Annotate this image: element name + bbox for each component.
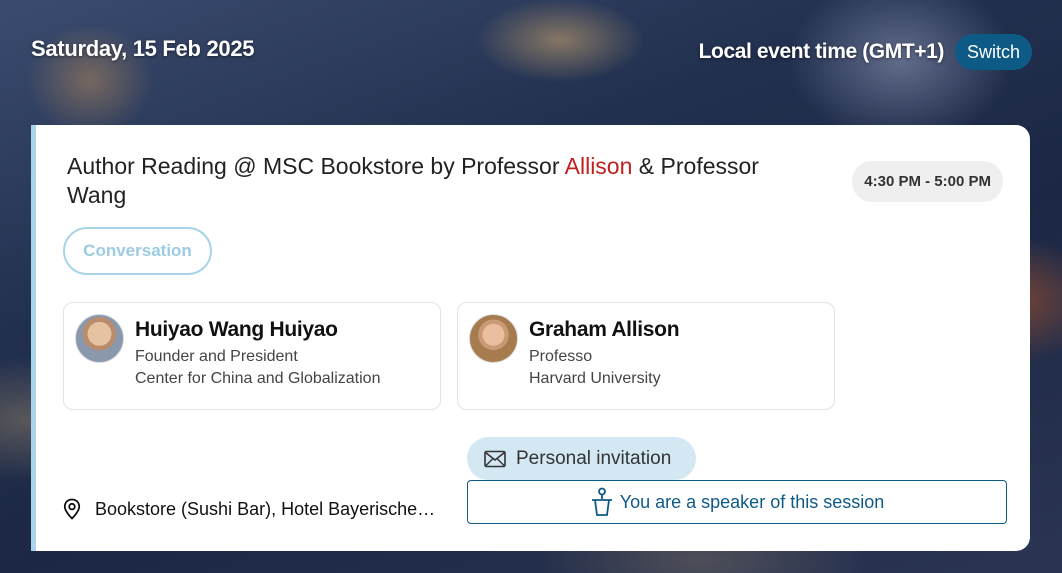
speaker-name: Huiyao Wang Huiyao [135, 318, 338, 341]
speaker-org: Harvard University [529, 370, 661, 387]
speaker-card[interactable]: Huiyao Wang Huiyao Founder and President… [63, 302, 441, 410]
avatar [469, 314, 518, 363]
speaker-podium-icon [590, 487, 614, 517]
session-title: Author Reading @ MSC Bookstore by Profes… [67, 153, 759, 208]
speaker-name: Graham Allison [529, 318, 680, 341]
envelope-icon [484, 450, 506, 468]
title-highlight: Allison [564, 153, 633, 179]
speaker-role: Founder and President [135, 348, 298, 365]
speaker-status-label: You are a speaker of this session [619, 491, 885, 512]
session-time: 4:30 PM - 5:00 PM [852, 161, 1003, 202]
invitation-badge: Personal invitation [467, 437, 696, 480]
map-pin-icon [63, 498, 81, 520]
speaker-status-button[interactable]: You are a speaker of this session [467, 480, 1007, 524]
timezone-label: Local event time (GMT+1) [698, 40, 945, 63]
session-card[interactable]: Author Reading @ MSC Bookstore by Profes… [31, 125, 1030, 551]
session-tag[interactable]: Conversation [63, 227, 212, 275]
event-date: Saturday, 15 Feb 2025 [31, 36, 255, 61]
invitation-label: Personal invitation [516, 447, 672, 469]
speaker-org: Center for China and Globalization [135, 370, 381, 387]
speaker-role: Professo [529, 348, 593, 365]
session-location: Bookstore (Sushi Bar), Hotel Bayerischer… [63, 498, 443, 520]
timezone-bar: Local event time (GMT+1) Switch [699, 34, 1032, 70]
avatar [75, 314, 124, 363]
speaker-card[interactable]: Graham Allison Professo Harvard Universi… [457, 302, 835, 410]
location-text: Bookstore (Sushi Bar), Hotel Bayerischer… [95, 498, 440, 519]
switch-timezone-button[interactable]: Switch [954, 34, 1032, 70]
